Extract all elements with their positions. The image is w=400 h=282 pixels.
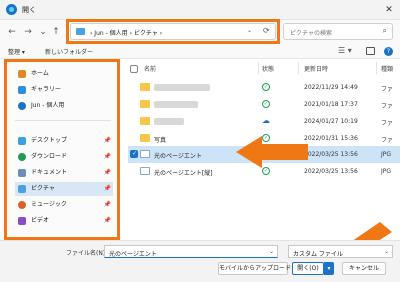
arrow-to-selected-file [236, 136, 308, 168]
filename-input[interactable]: 光のページエント ⌄ [104, 245, 278, 258]
cancel-button[interactable]: キャンセル [342, 262, 386, 275]
filter-value: カスタム ファイル [293, 251, 343, 258]
open-button[interactable]: 開く(O) [292, 262, 324, 275]
filename-value: 光のページエント [109, 251, 157, 258]
chevron-down-icon[interactable]: ⌄ [384, 248, 389, 255]
chevron-down-icon[interactable]: ⌄ [269, 248, 274, 255]
file-type-filter[interactable]: カスタム ファイル ⌄ [288, 245, 393, 258]
upload-from-mobile-button[interactable]: モバイルからアップロード [218, 262, 291, 275]
filename-label: ファイル名(N): [66, 250, 108, 257]
open-options-chevron-icon[interactable]: ▾ [324, 262, 334, 275]
